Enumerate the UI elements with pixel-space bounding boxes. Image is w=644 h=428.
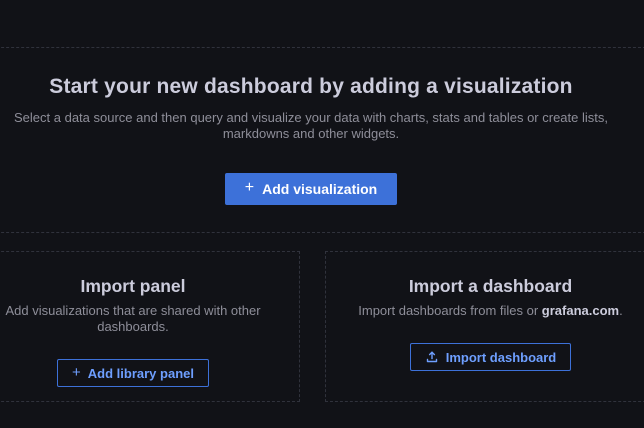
- description-line: Select a data source and then query and …: [0, 110, 644, 126]
- description-line: markdowns and other widgets.: [0, 126, 644, 142]
- page-title: Start your new dashboard by adding a vis…: [0, 48, 644, 99]
- import-panel-card: Import panel Add visualizations that are…: [0, 251, 300, 402]
- grafana-com-text: grafana.com: [542, 303, 619, 318]
- upload-icon: [425, 350, 439, 364]
- import-panel-title: Import panel: [0, 252, 299, 296]
- plus-icon: +: [72, 365, 81, 380]
- add-visualization-panel: Start your new dashboard by adding a vis…: [0, 47, 644, 233]
- add-visualization-button[interactable]: + Add visualization: [225, 173, 397, 205]
- plus-icon: +: [245, 180, 254, 196]
- page-description: Select a data source and then query and …: [0, 110, 644, 142]
- import-dashboard-description: Import dashboards from files or grafana.…: [326, 303, 644, 319]
- description-text: Import dashboards from files or: [358, 303, 542, 318]
- import-dashboard-card: Import a dashboard Import dashboards fro…: [325, 251, 644, 402]
- add-visualization-button-label: Add visualization: [262, 181, 377, 197]
- add-library-panel-button[interactable]: + Add library panel: [57, 359, 209, 387]
- description-text: .: [619, 303, 623, 318]
- import-dashboard-button-label: Import dashboard: [446, 350, 557, 365]
- import-dashboard-button[interactable]: Import dashboard: [410, 343, 572, 371]
- description-line: dashboards.: [0, 319, 299, 335]
- dashboard-canvas: Start your new dashboard by adding a vis…: [0, 0, 644, 428]
- description-line: Add visualizations that are shared with …: [0, 303, 299, 319]
- import-panel-description: Add visualizations that are shared with …: [0, 303, 299, 335]
- add-library-panel-button-label: Add library panel: [88, 366, 194, 381]
- import-dashboard-title: Import a dashboard: [326, 252, 644, 296]
